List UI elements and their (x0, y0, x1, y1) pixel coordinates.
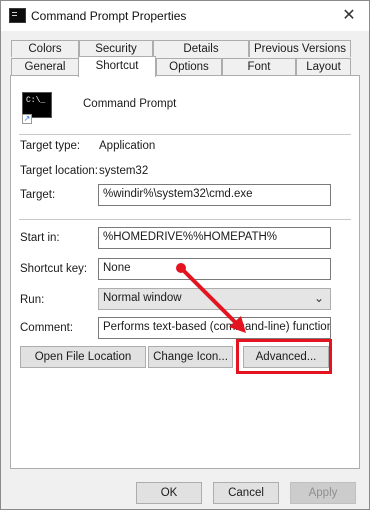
cmd-prompt-text: C:\_ (26, 96, 46, 105)
target-label: Target: (20, 189, 56, 201)
cmd-window-icon (9, 8, 26, 23)
chevron-down-icon: ⌄ (313, 291, 324, 305)
shortcut-panel: C:\_ ↗ Command Prompt Target type: Appli… (10, 75, 360, 469)
shortcut-arrow-icon: ↗ (22, 114, 32, 124)
tab-row-back: Colors Security Details Previous Version… (11, 40, 351, 58)
start-in-label: Start in: (20, 232, 60, 244)
tab-colors[interactable]: Colors (11, 40, 79, 57)
run-select-value: Normal window (103, 292, 182, 304)
shortcut-key-input[interactable]: None (98, 258, 331, 280)
apply-button[interactable]: Apply (290, 482, 356, 504)
shortcut-name: Command Prompt (83, 98, 177, 110)
target-location-value: system32 (99, 165, 149, 177)
title-bar: Command Prompt Properties ✕ (1, 1, 369, 31)
run-select[interactable]: Normal window ⌄ (98, 288, 331, 310)
target-type-value: Application (99, 140, 156, 152)
tab-general[interactable]: General (11, 58, 79, 75)
change-icon-button[interactable]: Change Icon... (148, 346, 233, 368)
target-type-label: Target type: (20, 140, 81, 152)
tab-previous-versions[interactable]: Previous Versions (249, 40, 351, 57)
start-in-input[interactable]: %HOMEDRIVE%%HOMEPATH% (98, 227, 331, 249)
comment-label: Comment: (20, 322, 74, 334)
shortcut-key-label: Shortcut key: (20, 263, 88, 275)
tab-row-front: General Shortcut Options Font Layout (11, 56, 351, 77)
tab-shortcut[interactable]: Shortcut (78, 56, 156, 77)
run-label: Run: (20, 294, 45, 306)
tab-options[interactable]: Options (156, 58, 222, 75)
annotation-highlight-box (236, 339, 332, 374)
divider (19, 134, 351, 135)
properties-window: Command Prompt Properties ✕ Colors Secur… (0, 0, 370, 510)
cancel-button[interactable]: Cancel (213, 482, 279, 504)
window-title: Command Prompt Properties (31, 9, 187, 23)
tab-security[interactable]: Security (79, 40, 153, 57)
target-location-label: Target location: (20, 165, 98, 177)
open-file-location-button[interactable]: Open File Location (20, 346, 146, 368)
cmd-icon: C:\_ ↗ (22, 92, 52, 124)
target-input[interactable]: %windir%\system32\cmd.exe (98, 184, 331, 206)
tab-font[interactable]: Font (222, 58, 296, 75)
close-icon[interactable]: ✕ (329, 1, 369, 31)
tab-layout[interactable]: Layout (296, 58, 351, 75)
ok-button[interactable]: OK (136, 482, 202, 504)
comment-input[interactable]: Performs text-based (command-line) funct… (98, 317, 331, 339)
tab-details[interactable]: Details (153, 40, 249, 57)
divider (19, 219, 351, 220)
